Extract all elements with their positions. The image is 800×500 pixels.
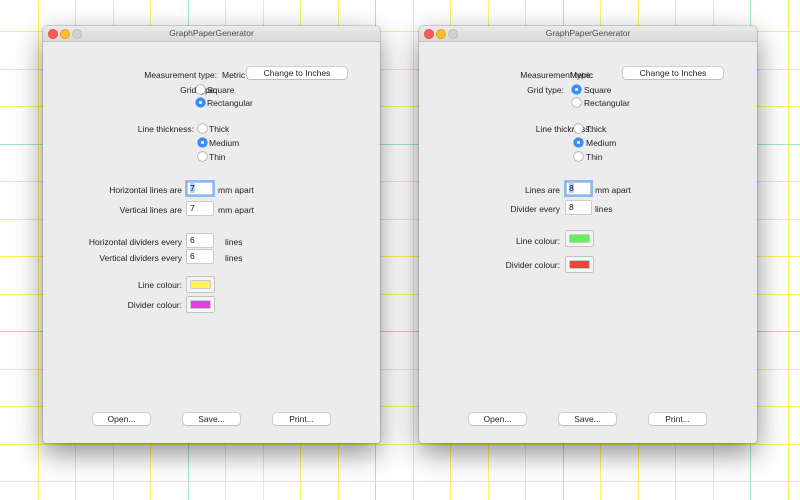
line-colour-well[interactable] <box>187 277 214 292</box>
print-button[interactable]: Print... <box>273 413 330 425</box>
divider-colour-well[interactable] <box>566 257 593 272</box>
change-to-inches-button[interactable]: Change to Inches <box>247 67 347 79</box>
radio-label: Medium <box>209 138 240 148</box>
radio-indicator[interactable] <box>574 152 583 161</box>
line-colour-well[interactable] <box>566 231 593 246</box>
open-button[interactable]: Open... <box>469 413 526 425</box>
divider-colour-well[interactable] <box>187 297 214 312</box>
radio-indicator[interactable] <box>572 98 581 107</box>
radio-label: Thick <box>209 124 230 134</box>
grid-line-vertical <box>38 0 39 500</box>
input-value: 6 <box>190 235 195 245</box>
save-button[interactable]: Save... <box>559 413 616 425</box>
measurement-type-label: Measurement type: <box>144 70 217 80</box>
colour-fill <box>191 301 210 308</box>
line-spacing-label: Lines are <box>525 185 560 195</box>
vertical-spacing-label: Vertical lines are <box>119 205 182 215</box>
grid-line-vertical <box>788 0 789 500</box>
divider-colour-label: Divider colour: <box>127 300 182 310</box>
grid-type-label: Grid type: <box>527 85 564 95</box>
vertical-dividers-input[interactable]: 6 <box>187 250 213 263</box>
open-button[interactable]: Open... <box>93 413 150 425</box>
measurement-type-value: Metric <box>222 70 246 80</box>
line-colour-label: Line colour: <box>138 280 182 290</box>
divider-every-unit: lines <box>595 204 613 214</box>
radio-label: Rectangular <box>584 98 630 108</box>
radio-label: Square <box>207 85 235 95</box>
input-value: 8 <box>569 183 574 193</box>
line-spacing-input[interactable]: 8 <box>566 182 591 195</box>
horizontal-dividers-unit: lines <box>225 237 243 247</box>
radio-label: Rectangular <box>207 98 253 108</box>
divider-every-input[interactable]: 8 <box>566 201 591 214</box>
horizontal-spacing-label: Horizontal lines are <box>109 185 182 195</box>
change-to-inches-button[interactable]: Change to Inches <box>623 67 723 79</box>
grid-line-vertical <box>413 0 414 500</box>
radio-label: Medium <box>586 138 617 148</box>
divider-colour-label: Divider colour: <box>505 260 560 270</box>
window-square-grid: GraphPaperGenerator Measurement type: Me… <box>419 26 757 443</box>
vertical-dividers-label: Vertical dividers every <box>99 253 182 263</box>
radio-label: Thin <box>586 152 603 162</box>
radio-indicator[interactable] <box>198 138 207 147</box>
vertical-spacing-input[interactable]: 7 <box>187 202 213 215</box>
radio-indicator[interactable] <box>572 85 581 94</box>
input-value: 7 <box>190 183 195 193</box>
window-title: GraphPaperGenerator <box>545 28 631 38</box>
horizontal-spacing-input[interactable]: 7 <box>187 182 213 195</box>
window-title: GraphPaperGenerator <box>169 28 254 38</box>
input-value: 6 <box>190 251 195 261</box>
print-button[interactable]: Print... <box>649 413 706 425</box>
vertical-spacing-unit: mm apart <box>218 205 254 215</box>
input-value: 8 <box>569 202 574 212</box>
window-rectangular-grid: GraphPaperGenerator Measurement type: Me… <box>43 26 380 443</box>
colour-fill <box>191 281 210 288</box>
divider-every-label: Divider every <box>510 204 560 214</box>
radio-label: Thin <box>209 152 226 162</box>
grid-line-horizontal <box>0 481 800 482</box>
radio-label: Square <box>584 85 612 95</box>
grid-line-horizontal <box>0 444 800 445</box>
line-spacing-unit: mm apart <box>595 185 631 195</box>
radio-indicator[interactable] <box>196 98 205 107</box>
horizontal-spacing-unit: mm apart <box>218 185 254 195</box>
horizontal-dividers-label: Horizontal dividers every <box>88 237 182 247</box>
line-colour-label: Line colour: <box>516 236 560 246</box>
save-button[interactable]: Save... <box>183 413 240 425</box>
horizontal-dividers-input[interactable]: 6 <box>187 234 213 247</box>
measurement-type-value: Metric <box>570 70 594 80</box>
radio-indicator[interactable] <box>198 124 207 133</box>
radio-indicator[interactable] <box>574 124 583 133</box>
vertical-dividers-unit: lines <box>225 253 243 263</box>
radio-indicator[interactable] <box>574 138 583 147</box>
radio-label: Thick <box>586 124 607 134</box>
input-value: 7 <box>190 203 195 213</box>
title-bar[interactable]: GraphPaperGenerator <box>419 26 757 42</box>
line-thickness-label: Line thickness: <box>137 124 194 134</box>
radio-indicator[interactable] <box>198 152 207 161</box>
radio-indicator[interactable] <box>196 85 205 94</box>
colour-fill <box>570 261 589 268</box>
title-bar[interactable]: GraphPaperGenerator <box>43 26 380 42</box>
line-thickness-label: Line thickness: <box>535 124 592 134</box>
colour-fill <box>570 235 589 242</box>
